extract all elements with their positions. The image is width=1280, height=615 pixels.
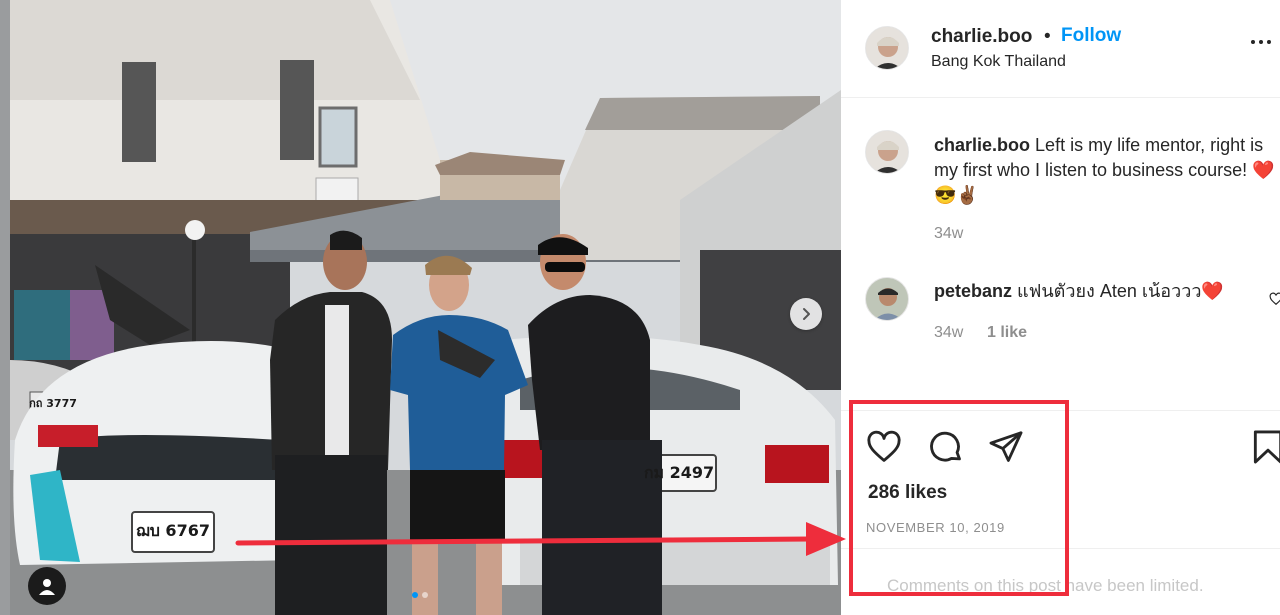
caption-comment: charlie.boo Left is my life mentor, righ… [934,133,1280,208]
likes-count[interactable]: 286 likes [868,482,947,504]
follow-button[interactable]: Follow [1061,25,1121,47]
comment-like-heart-icon[interactable] [1269,292,1280,306]
comment-icon[interactable] [927,428,965,466]
caption-username[interactable]: charlie.boo [934,135,1030,155]
avatar-image [866,27,908,69]
comment-timestamp[interactable]: 34w [934,324,963,342]
license-plate-left: ฌบ 6767 [136,521,210,540]
comments-divider [841,548,1280,549]
comment-item: petebanz แฟนตัวยง Aten เน้อววว❤️ [934,279,1224,304]
license-plate-right: กม 2497 [644,463,714,482]
photo-scene: ฌบ 6767 กม 2497 กถ 3777 [0,0,841,615]
carousel-dots [412,592,428,598]
tagged-people-button[interactable] [28,567,66,605]
avatar-image [866,278,908,320]
heart-icon[interactable] [865,428,903,466]
post-location[interactable]: Bang Kok Thailand [931,53,1066,71]
avatar-image [866,131,908,173]
author-username[interactable]: charlie.boo [931,26,1032,48]
user-tag-icon [39,579,55,595]
commenter-username[interactable]: petebanz [934,281,1012,301]
carousel-dot [422,592,428,598]
commenter-avatar[interactable] [865,277,909,321]
post-photo[interactable]: ฌบ 6767 กม 2497 กถ 3777 [0,0,841,615]
author-avatar[interactable] [865,26,909,70]
more-options-icon[interactable] [1251,40,1271,44]
post-side-panel: charlie.boo • Follow Bang Kok Thailand c… [841,0,1280,615]
carousel-next-button[interactable] [790,298,822,330]
photo-left-edge [0,0,10,615]
comment-likes-count[interactable]: 1 like [987,324,1027,342]
separator-dot: • [1044,26,1051,47]
license-plate-small: กถ 3777 [29,397,77,410]
caption-avatar[interactable] [865,130,909,174]
bookmark-icon[interactable] [1249,428,1280,466]
caption-timestamp[interactable]: 34w [934,225,963,243]
carousel-dot-active [412,592,418,598]
post-date[interactable]: NOVEMBER 10, 2019 [866,520,1005,535]
comment-text: แฟนตัวยง Aten เน้อววว❤️ [1017,281,1224,301]
actions-divider [841,410,1280,411]
comments-limited-notice: Comments on this post have been limited. [887,576,1204,595]
paper-plane-icon[interactable] [987,428,1025,466]
post-header: charlie.boo • Follow Bang Kok Thailand [841,0,1280,98]
chevron-right-icon [803,308,810,320]
